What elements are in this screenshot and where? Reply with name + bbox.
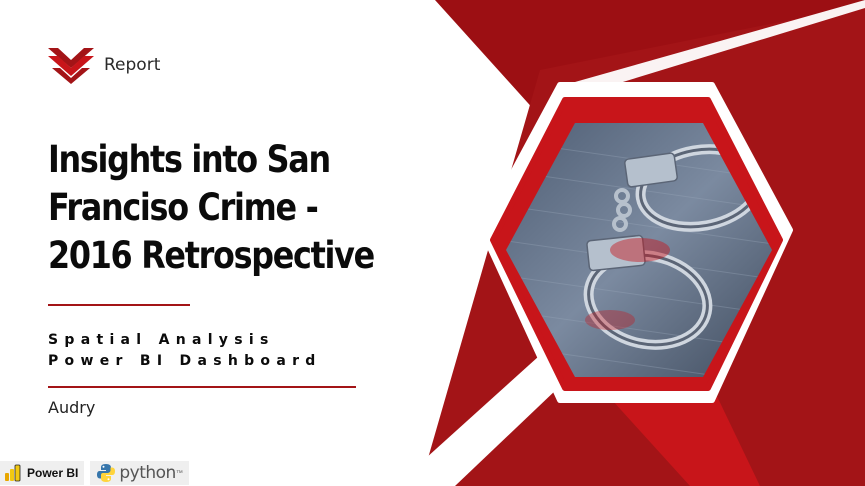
page-title: Insights into San Franciso Crime - 2016 …	[48, 136, 375, 280]
subtitle-line-1: Spatial Analysis	[48, 332, 275, 348]
python-badge: python ™	[90, 461, 189, 485]
brand-label: Report	[104, 55, 161, 75]
python-trademark: ™	[175, 469, 183, 477]
title-line-2: Franciso Crime -	[48, 186, 319, 229]
title-divider	[48, 304, 190, 306]
powerbi-badge: Power BI	[0, 461, 85, 485]
author-name: Audry	[48, 398, 96, 417]
subtitle-divider	[48, 386, 356, 388]
tool-badges: Power BI python ™	[0, 460, 189, 486]
powerbi-icon	[5, 464, 21, 482]
subtitle-line-2: Power BI Dashboard	[48, 353, 322, 369]
python-icon	[97, 464, 116, 482]
title-line-1: Insights into San	[48, 138, 331, 181]
subtitle: Spatial Analysis Power BI Dashboard	[48, 330, 322, 372]
brand: Report	[48, 46, 160, 84]
powerbi-label: Power BI	[27, 466, 79, 480]
title-line-3: 2016 Retrospective	[48, 234, 375, 277]
chevron-stack-logo-icon	[48, 48, 94, 84]
python-label: python	[119, 463, 176, 483]
